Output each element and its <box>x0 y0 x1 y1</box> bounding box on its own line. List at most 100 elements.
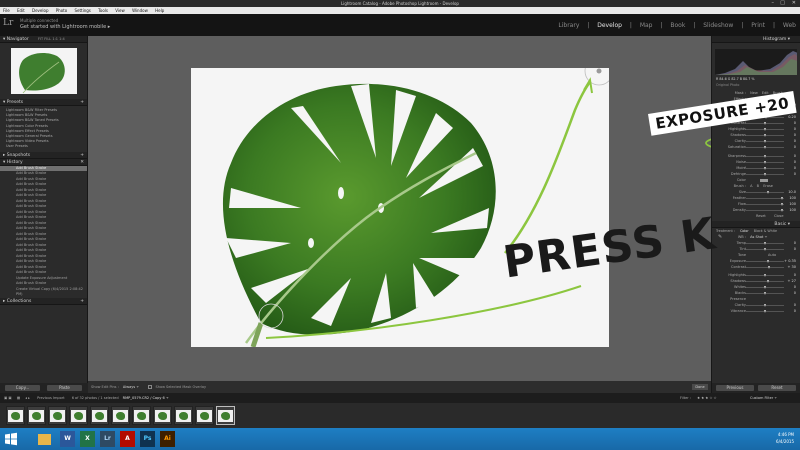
filmstrip-thumbnail[interactable] <box>90 406 109 425</box>
filmstrip-thumbnail[interactable] <box>153 406 172 425</box>
filmstrip-thumbnail[interactable] <box>6 406 25 425</box>
slider-track[interactable] <box>746 281 784 282</box>
tone-detail-sliders: Highlights 0 Shadows + 27 Whites 0 Blacks 0 <box>712 272 800 296</box>
slider-handle[interactable] <box>767 279 770 283</box>
slider-handle[interactable] <box>763 139 766 143</box>
slider-handle[interactable] <box>767 190 770 194</box>
slider-handle[interactable] <box>780 208 783 212</box>
paste-button[interactable]: Paste <box>47 385 82 391</box>
slider-handle[interactable] <box>767 259 770 263</box>
rating-filter-stars[interactable]: ★★★☆☆ <box>697 393 718 403</box>
photoshop-icon[interactable]: Ps <box>140 431 155 447</box>
slider-value[interactable]: 0 <box>794 144 796 150</box>
source-label[interactable]: Previous Import <box>37 396 65 400</box>
navigator-header[interactable]: ▾ Navigator FIT FILL 1:1 1:4 <box>0 36 87 43</box>
slider-handle[interactable] <box>763 247 766 251</box>
edit-pins-select[interactable]: Always ÷ <box>123 385 139 389</box>
wb-select[interactable]: As Shot ÷ <box>750 235 767 239</box>
grid-view-icon[interactable]: ▦ <box>17 396 20 400</box>
history-header[interactable]: ▾ History ✕ <box>0 158 87 166</box>
slider-handle[interactable] <box>763 127 766 131</box>
slider-handle[interactable] <box>763 309 766 313</box>
illustrator-icon[interactable]: Ai <box>160 431 175 447</box>
back-arrow-icon[interactable]: ◂ ▸ <box>25 396 30 400</box>
brush-b[interactable]: B <box>757 184 759 188</box>
slider-value[interactable]: + 30 <box>788 264 797 270</box>
slider-handle[interactable] <box>763 285 766 289</box>
slider-track[interactable] <box>746 192 784 193</box>
slider-handle[interactable] <box>763 303 766 307</box>
clock-date: 6/4/2015 <box>776 439 794 444</box>
slider-handle[interactable] <box>763 273 766 277</box>
navigator-zoom-options[interactable]: FIT FILL 1:1 1:4 <box>38 36 65 43</box>
brush-erase[interactable]: Erase <box>763 184 773 188</box>
word-icon[interactable]: W <box>60 431 75 447</box>
histogram-chart[interactable] <box>715 49 797 75</box>
color-swatch[interactable] <box>760 179 768 182</box>
lightroom-icon[interactable]: Lr <box>100 431 115 447</box>
navigator-thumbnail[interactable] <box>10 48 77 94</box>
explorer-icon[interactable] <box>38 434 51 445</box>
slider-track[interactable] <box>746 267 784 268</box>
slider-handle[interactable] <box>780 202 783 206</box>
brush-sliders: Size 10.0 Feather 100 Flow 100 Density 100 <box>712 189 800 213</box>
mask-close[interactable]: Close <box>774 213 784 219</box>
filter-label: Filter : <box>680 396 691 400</box>
slider-handle[interactable] <box>763 145 766 149</box>
filename[interactable]: RMP_0579.CR2 / Copy 6 ÷ <box>123 396 169 400</box>
excel-icon[interactable]: X <box>80 431 95 447</box>
history-item[interactable]: Create Virtual Copy (6/4/2015 2:08:42 PM… <box>0 287 87 298</box>
slider-value[interactable]: 0 <box>794 308 796 314</box>
copy-button[interactable]: Copy... <box>5 385 40 391</box>
filmstrip-thumbnail[interactable] <box>195 406 214 425</box>
windows-start-icon[interactable] <box>4 432 18 446</box>
slider-track[interactable] <box>746 198 784 199</box>
clear-history-icon[interactable]: ✕ <box>80 159 84 166</box>
slider-handle[interactable] <box>763 154 766 158</box>
filmstrip-thumbnail[interactable] <box>174 406 193 425</box>
second-window-icon[interactable]: ▣ ▣ <box>4 396 12 400</box>
done-button[interactable]: Done <box>692 384 708 390</box>
slider-track[interactable] <box>746 204 784 205</box>
filmstrip-thumbnail[interactable] <box>111 406 130 425</box>
presets-header[interactable]: ▾ Presets + <box>0 99 87 106</box>
filmstrip-thumbnail[interactable] <box>48 406 67 425</box>
treatment-bw[interactable]: Black & White <box>754 229 777 233</box>
system-tray[interactable]: 4:46 PM 6/4/2015 <box>776 431 794 445</box>
filmstrip-thumbnail[interactable] <box>132 406 151 425</box>
histogram-header[interactable]: Histogram ▾ <box>712 36 800 43</box>
slider-track[interactable] <box>746 210 784 211</box>
filmstrip-thumbnail[interactable] <box>69 406 88 425</box>
original-photo-toggle[interactable]: Original Photo <box>712 83 800 87</box>
mask-overlay-checkbox[interactable] <box>148 385 153 389</box>
collections-header[interactable]: ▸ Collections + <box>0 297 87 305</box>
add-collection-icon[interactable]: + <box>80 298 84 305</box>
snapshots-header[interactable]: ▸ Snapshots + <box>0 151 87 159</box>
slider-label: Vibrance <box>730 309 746 313</box>
preset-folder[interactable]: User Presets <box>6 144 87 149</box>
filmstrip-thumbnail[interactable] <box>27 406 46 425</box>
acrobat-icon[interactable]: A <box>120 431 135 447</box>
snapshots-label: Snapshots <box>6 152 31 158</box>
slider-track[interactable] <box>746 261 784 262</box>
treatment-color[interactable]: Color <box>740 229 749 233</box>
slider-handle[interactable] <box>763 172 766 176</box>
custom-filter-select[interactable]: Custom Filter ÷ <box>750 393 777 403</box>
basic-label: Basic <box>774 222 787 227</box>
slider-handle[interactable] <box>768 265 771 269</box>
slider-handle[interactable] <box>763 133 766 137</box>
brush-a[interactable]: A <box>750 184 752 188</box>
mask-reset[interactable]: Reset <box>756 213 766 219</box>
slider-handle[interactable] <box>780 196 783 200</box>
mask-new[interactable]: New <box>750 91 758 95</box>
filmstrip-thumbnail[interactable] <box>216 406 235 425</box>
slider-handle[interactable] <box>763 166 766 170</box>
add-preset-icon[interactable]: + <box>80 99 84 106</box>
previous-button[interactable]: Previous <box>716 385 754 391</box>
reset-button[interactable]: Reset <box>758 385 796 391</box>
slider-handle[interactable] <box>763 160 766 164</box>
slider-handle[interactable] <box>763 291 766 295</box>
slider-handle[interactable] <box>763 241 766 245</box>
add-snapshot-icon[interactable]: + <box>80 152 84 159</box>
basic-header[interactable]: Basic ▾ <box>712 221 800 228</box>
